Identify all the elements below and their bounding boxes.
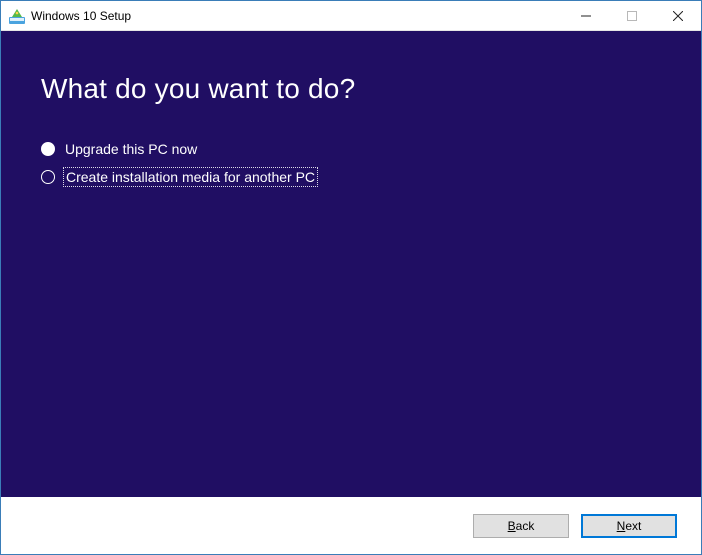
window-title: Windows 10 Setup — [31, 9, 563, 23]
app-icon — [9, 8, 25, 24]
next-button[interactable]: Next — [581, 514, 677, 538]
radio-create-media[interactable]: Create installation media for another PC — [41, 169, 661, 185]
radio-label: Create installation media for another PC — [65, 169, 316, 185]
back-button[interactable]: Back — [473, 514, 569, 538]
setup-window: Windows 10 Setup What do you want to do?… — [0, 0, 702, 555]
options-group: Upgrade this PC now Create installation … — [41, 141, 661, 185]
minimize-button[interactable] — [563, 1, 609, 30]
radio-icon — [41, 170, 55, 184]
radio-label: Upgrade this PC now — [65, 141, 197, 157]
page-heading: What do you want to do? — [41, 73, 661, 105]
content-area: What do you want to do? Upgrade this PC … — [1, 31, 701, 496]
radio-upgrade-now[interactable]: Upgrade this PC now — [41, 141, 661, 157]
footer: Back Next — [1, 496, 701, 554]
maximize-button — [609, 1, 655, 30]
window-controls — [563, 1, 701, 30]
close-button[interactable] — [655, 1, 701, 30]
titlebar: Windows 10 Setup — [1, 1, 701, 31]
radio-icon — [41, 142, 55, 156]
